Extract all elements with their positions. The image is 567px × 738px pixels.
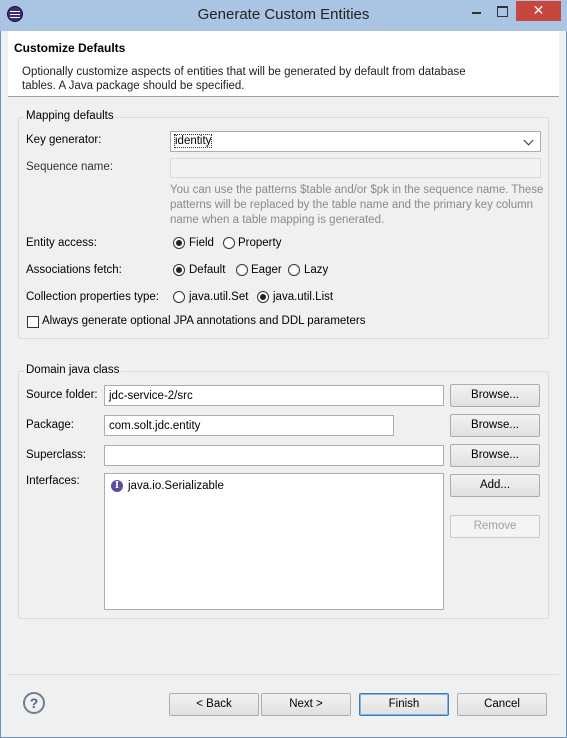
remove-interface-button[interactable]: Remove <box>450 515 540 538</box>
fetch-eager-label[interactable]: Eager <box>251 264 282 276</box>
key-generator-combo[interactable]: identity <box>170 131 541 152</box>
key-generator-value: identity <box>173 134 213 148</box>
source-folder-input[interactable]: jdc-service-2/src <box>104 385 444 406</box>
sequence-hint-text: You can use the patterns $table and/or $… <box>170 184 544 226</box>
browse-package-button[interactable]: Browse... <box>450 414 540 437</box>
package-input[interactable]: com.solt.jdc.entity <box>104 415 394 436</box>
associations-fetch-label: Associations fetch: <box>26 264 122 276</box>
page-title: Customize Defaults <box>14 41 126 55</box>
footer-divider <box>8 674 559 675</box>
entity-access-field-label[interactable]: Field <box>189 237 214 249</box>
superclass-label: Superclass: <box>26 449 87 461</box>
minimize-button[interactable] <box>463 1 489 21</box>
fetch-default-label[interactable]: Default <box>189 264 225 276</box>
key-generator-label: Key generator: <box>26 134 102 146</box>
browse-superclass-button[interactable]: Browse... <box>450 444 540 467</box>
collection-list-radio[interactable] <box>257 291 269 303</box>
chevron-down-icon[interactable] <box>522 133 536 149</box>
fetch-eager-radio[interactable] <box>236 264 248 276</box>
entity-access-property-label[interactable]: Property <box>238 237 281 249</box>
interface-name: java.io.Serializable <box>128 480 224 492</box>
package-label: Package: <box>26 419 74 431</box>
fetch-lazy-label[interactable]: Lazy <box>304 264 328 276</box>
back-button[interactable]: < Back <box>169 693 259 716</box>
superclass-input[interactable] <box>104 445 444 466</box>
interfaces-list[interactable]: I java.io.Serializable <box>104 473 444 610</box>
mapping-defaults-label: Mapping defaults <box>24 110 116 122</box>
cancel-button[interactable]: Cancel <box>457 693 547 716</box>
always-generate-checkbox[interactable] <box>27 316 39 328</box>
collection-set-radio[interactable] <box>173 291 185 303</box>
page-description: Optionally customize aspects of entities… <box>22 66 466 92</box>
close-button[interactable]: ✕ <box>516 1 561 21</box>
fetch-default-radio[interactable] <box>173 264 185 276</box>
collection-type-label: Collection properties type: <box>26 291 159 303</box>
interfaces-label: Interfaces: <box>26 475 80 487</box>
collection-set-label[interactable]: java.util.Set <box>189 291 248 303</box>
entity-access-field-radio[interactable] <box>173 237 185 249</box>
collection-list-label[interactable]: java.util.List <box>273 291 333 303</box>
sequence-name-input[interactable] <box>170 158 541 178</box>
domain-class-label: Domain java class <box>24 364 122 376</box>
always-generate-label[interactable]: Always generate optional JPA annotations… <box>42 315 365 327</box>
help-icon[interactable]: ? <box>23 692 45 714</box>
finish-button[interactable]: Finish <box>359 693 449 716</box>
next-button[interactable]: Next > <box>261 693 351 716</box>
entity-access-label: Entity access: <box>26 237 97 249</box>
maximize-button[interactable] <box>489 1 515 21</box>
sequence-name-label: Sequence name: <box>26 161 113 173</box>
fetch-lazy-radio[interactable] <box>288 264 300 276</box>
source-folder-label: Source folder: <box>26 389 98 401</box>
interface-icon: I <box>111 480 123 492</box>
add-interface-button[interactable]: Add... <box>450 474 540 497</box>
browse-source-folder-button[interactable]: Browse... <box>450 384 540 407</box>
entity-access-property-radio[interactable] <box>223 237 235 249</box>
